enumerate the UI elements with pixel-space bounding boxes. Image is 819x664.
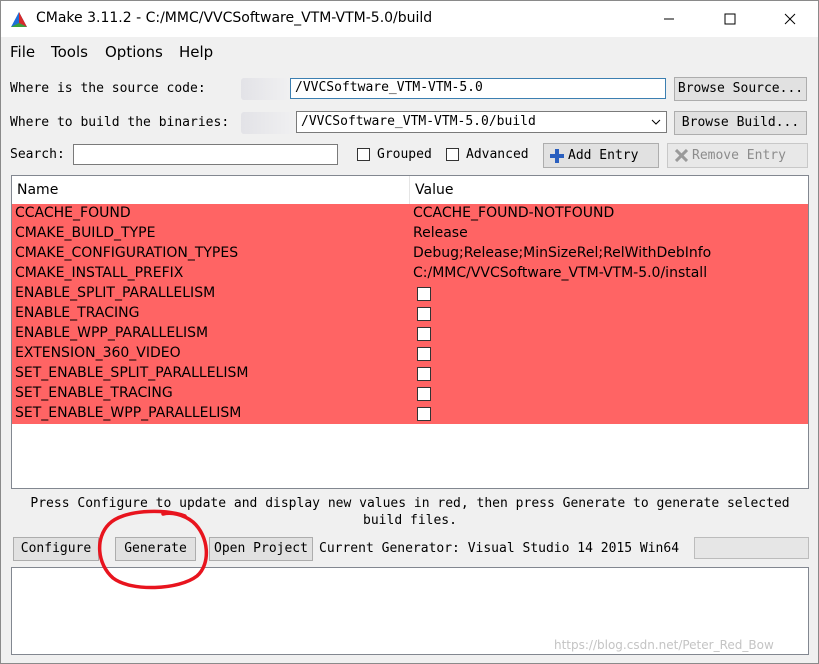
menu-tools[interactable]: Tools bbox=[51, 43, 88, 61]
cmake-window: CMake 3.11.2 - C:/MMC/VVCSoftware_VTM-VT… bbox=[0, 0, 819, 664]
minimize-button[interactable] bbox=[646, 1, 692, 37]
build-path-combobox[interactable]: /VVCSoftware_VTM-VTM-5.0/build bbox=[296, 111, 667, 133]
table-row[interactable]: SET_ENABLE_SPLIT_PARALLELISM bbox=[12, 364, 808, 384]
value-checkbox[interactable] bbox=[417, 327, 431, 341]
cell-name: ENABLE_TRACING bbox=[15, 305, 140, 321]
remove-entry-label: Remove Entry bbox=[692, 148, 786, 163]
add-entry-button[interactable]: Add Entry bbox=[543, 143, 659, 168]
search-input[interactable] bbox=[73, 144, 338, 165]
redacted-path-source bbox=[241, 78, 289, 100]
progress-bar bbox=[694, 537, 809, 559]
value-checkbox[interactable] bbox=[417, 347, 431, 361]
cmake-triangle-icon bbox=[11, 12, 27, 27]
maximize-icon bbox=[724, 13, 736, 25]
configure-button[interactable]: Configure bbox=[13, 537, 99, 561]
watermark-text: https://blog.csdn.net/Peter_Red_Bow bbox=[554, 638, 774, 652]
cell-name: ENABLE_SPLIT_PARALLELISM bbox=[15, 285, 216, 301]
table-row[interactable]: CMAKE_CONFIGURATION_TYPES Debug;Release;M… bbox=[12, 244, 808, 264]
browse-source-button[interactable]: Browse Source... bbox=[674, 77, 807, 101]
table-body: CCACHE_FOUND CCACHE_FOUND-NOTFOUND CMAKE_B… bbox=[12, 204, 808, 424]
table-row[interactable]: CCACHE_FOUND CCACHE_FOUND-NOTFOUND bbox=[12, 204, 808, 224]
menu-bar: File Tools Options Help bbox=[1, 39, 818, 65]
search-label: Search: bbox=[10, 147, 65, 162]
x-icon bbox=[675, 149, 688, 162]
cell-value[interactable]: Debug;Release;MinSizeRel;RelWithDebInfo bbox=[413, 245, 711, 261]
close-icon bbox=[784, 13, 796, 25]
advanced-label: Advanced bbox=[466, 147, 529, 162]
header-name[interactable]: Name bbox=[17, 182, 58, 198]
close-button[interactable] bbox=[767, 1, 813, 37]
cell-value[interactable]: Release bbox=[413, 225, 468, 241]
cell-name: SET_ENABLE_WPP_PARALLELISM bbox=[15, 405, 242, 421]
cell-name: CMAKE_CONFIGURATION_TYPES bbox=[15, 245, 239, 261]
menu-file[interactable]: File bbox=[10, 43, 35, 61]
table-row[interactable]: SET_ENABLE_TRACING bbox=[12, 384, 808, 404]
grouped-checkbox[interactable] bbox=[357, 148, 370, 161]
advanced-checkbox[interactable] bbox=[446, 148, 459, 161]
title-bar: CMake 3.11.2 - C:/MMC/VVCSoftware_VTM-VT… bbox=[1, 1, 818, 37]
table-row[interactable]: EXTENSION_360_VIDEO bbox=[12, 344, 808, 364]
menu-help[interactable]: Help bbox=[179, 43, 213, 61]
source-label: Where is the source code: bbox=[10, 81, 206, 96]
cell-name: CCACHE_FOUND bbox=[15, 205, 131, 221]
header-value[interactable]: Value bbox=[415, 182, 453, 198]
cell-name: SET_ENABLE_TRACING bbox=[15, 385, 173, 401]
browse-build-button[interactable]: Browse Build... bbox=[674, 111, 807, 135]
header-divider bbox=[409, 176, 410, 204]
cell-name: CMAKE_BUILD_TYPE bbox=[15, 225, 156, 241]
cell-name: ENABLE_WPP_PARALLELISM bbox=[15, 325, 209, 341]
value-checkbox[interactable] bbox=[417, 387, 431, 401]
table-row[interactable]: ENABLE_WPP_PARALLELISM bbox=[12, 324, 808, 344]
cell-value[interactable]: C:/MMC/VVCSoftware_VTM-VTM-5.0/install bbox=[413, 265, 707, 281]
value-checkbox[interactable] bbox=[417, 407, 431, 421]
source-path-input[interactable]: /VVCSoftware_VTM-VTM-5.0 bbox=[290, 78, 666, 99]
build-path-text: /VVCSoftware_VTM-VTM-5.0/build bbox=[301, 114, 536, 129]
value-checkbox[interactable] bbox=[417, 367, 431, 381]
source-path-text: /VVCSoftware_VTM-VTM-5.0 bbox=[295, 80, 483, 95]
cell-value[interactable]: CCACHE_FOUND-NOTFOUND bbox=[413, 205, 614, 221]
table-row[interactable]: ENABLE_SPLIT_PARALLELISM bbox=[12, 284, 808, 304]
remove-entry-button[interactable]: Remove Entry bbox=[667, 143, 808, 168]
table-row[interactable]: SET_ENABLE_WPP_PARALLELISM bbox=[12, 404, 808, 424]
plus-icon bbox=[550, 149, 564, 163]
value-checkbox[interactable] bbox=[417, 307, 431, 321]
current-generator-text: Current Generator: Visual Studio 14 2015… bbox=[319, 541, 680, 556]
table-row[interactable]: CMAKE_BUILD_TYPE Release bbox=[12, 224, 808, 244]
table-row[interactable]: CMAKE_INSTALL_PREFIX C:/MMC/VVCSoftware_V… bbox=[12, 264, 808, 284]
annotation-circle bbox=[97, 509, 209, 590]
cell-name: EXTENSION_360_VIDEO bbox=[15, 345, 181, 361]
build-label: Where to build the binaries: bbox=[10, 115, 230, 130]
window-title: CMake 3.11.2 - C:/MMC/VVCSoftware_VTM-VT… bbox=[36, 10, 433, 26]
redacted-path-build bbox=[241, 112, 295, 134]
cache-table[interactable]: Name Value CCACHE_FOUND CCACHE_FOUND-NOTF… bbox=[11, 175, 809, 489]
value-checkbox[interactable] bbox=[417, 287, 431, 301]
table-row[interactable]: ENABLE_TRACING bbox=[12, 304, 808, 324]
table-header: Name Value bbox=[12, 176, 808, 205]
maximize-button[interactable] bbox=[707, 1, 753, 37]
add-entry-label: Add Entry bbox=[568, 148, 639, 163]
cell-name: CMAKE_INSTALL_PREFIX bbox=[15, 265, 184, 281]
minimize-icon bbox=[664, 18, 674, 20]
chevron-down-icon bbox=[651, 119, 661, 125]
cell-name: SET_ENABLE_SPLIT_PARALLELISM bbox=[15, 365, 249, 381]
menu-options[interactable]: Options bbox=[105, 43, 163, 61]
open-project-button[interactable]: Open Project bbox=[209, 537, 313, 561]
grouped-label: Grouped bbox=[377, 147, 432, 162]
